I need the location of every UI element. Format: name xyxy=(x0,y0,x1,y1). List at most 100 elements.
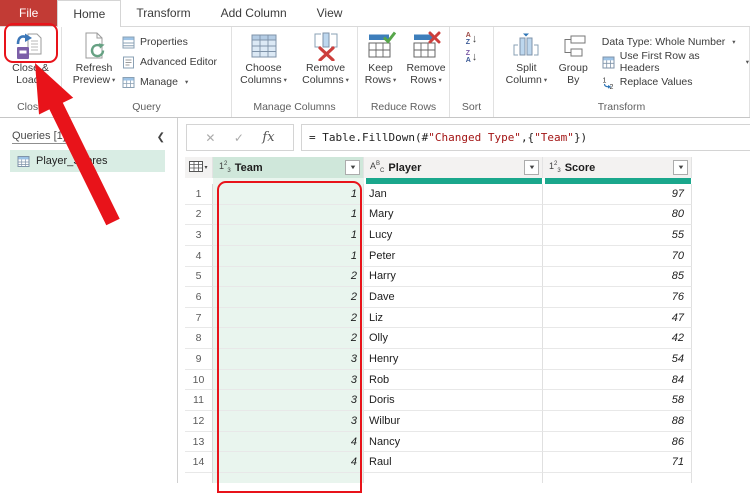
choose-columns-button[interactable]: Choose Columns▾ xyxy=(233,27,295,87)
row-number[interactable]: 11 xyxy=(185,390,213,411)
cell-team[interactable]: 1 xyxy=(213,246,364,267)
cell-player[interactable]: Peter xyxy=(364,246,543,267)
row-number[interactable]: 2 xyxy=(185,205,213,226)
column-header-team[interactable]: 123 Team ▼ xyxy=(213,157,364,178)
properties-button[interactable]: Properties xyxy=(122,35,217,49)
row-number[interactable]: 3 xyxy=(185,225,213,246)
cell-player[interactable]: Wilbur xyxy=(364,411,543,432)
cell-team[interactable]: 2 xyxy=(213,328,364,349)
cell-player[interactable]: Liz xyxy=(364,308,543,329)
group-by-button[interactable]: Group By xyxy=(553,27,594,86)
row-number[interactable]: 6 xyxy=(185,287,213,308)
split-column-button[interactable]: Split Column▾ xyxy=(500,27,553,87)
fx-icon[interactable]: fx xyxy=(262,130,274,145)
sort-ascending-button[interactable]: AZ ↓ xyxy=(466,33,478,46)
refresh-preview-button[interactable]: Refresh Preview▾ xyxy=(66,27,122,87)
row-number[interactable]: 4 xyxy=(185,246,213,267)
dropdown-caret-icon: ▾ xyxy=(112,77,115,84)
row-number[interactable]: 13 xyxy=(185,432,213,453)
cell-team[interactable]: 2 xyxy=(213,308,364,329)
select-all-corner-button[interactable]: ▾ xyxy=(185,157,213,178)
row-number[interactable]: 5 xyxy=(185,267,213,288)
sort-descending-button[interactable]: ZA ↓ xyxy=(466,51,478,64)
cell-score[interactable]: 85 xyxy=(543,267,692,288)
cell-score[interactable]: 80 xyxy=(543,205,692,226)
filter-button[interactable]: ▼ xyxy=(345,160,360,175)
button-label: Column▾ xyxy=(506,74,547,87)
cell-player[interactable]: Lucy xyxy=(364,225,543,246)
cell-player[interactable]: Raul xyxy=(364,452,543,473)
cell-team[interactable]: 1 xyxy=(213,205,364,226)
cell-team[interactable]: 4 xyxy=(213,452,364,473)
cell-score[interactable]: 55 xyxy=(543,225,692,246)
query-item-player-scores[interactable]: Player_Scores xyxy=(10,150,165,172)
cell-team[interactable]: 3 xyxy=(213,411,364,432)
ribbon-group-sort: AZ ↓ ZA ↓ Sort xyxy=(450,27,494,117)
row-number[interactable]: 14 xyxy=(185,452,213,473)
advanced-editor-button[interactable]: Advanced Editor xyxy=(122,55,217,69)
cell-score[interactable]: 70 xyxy=(543,246,692,267)
cell-score[interactable]: 97 xyxy=(543,184,692,205)
cell-player[interactable]: Harry xyxy=(364,267,543,288)
remove-columns-button[interactable]: Remove Columns▾ xyxy=(295,27,357,87)
commit-formula-icon[interactable]: ✓ xyxy=(234,131,244,145)
cell-player[interactable]: Dave xyxy=(364,287,543,308)
filter-button[interactable]: ▼ xyxy=(524,160,539,175)
replace-values-button[interactable]: 12 Replace Values xyxy=(602,75,749,89)
tab-view[interactable]: View xyxy=(302,0,358,26)
close-load-icon xyxy=(15,31,45,61)
cell-score[interactable]: 88 xyxy=(543,411,692,432)
cancel-formula-icon[interactable]: ✕ xyxy=(205,131,215,145)
cell-player[interactable]: Mary xyxy=(364,205,543,226)
cell-player[interactable]: Nancy xyxy=(364,432,543,453)
button-label: Rows▾ xyxy=(410,74,442,87)
data-type-button[interactable]: Data Type: Whole Number ▾ xyxy=(602,35,749,49)
row-number[interactable] xyxy=(185,473,213,483)
row-number[interactable]: 12 xyxy=(185,411,213,432)
cell-score[interactable]: 42 xyxy=(543,328,692,349)
keep-rows-button[interactable]: Keep Rows▾ xyxy=(358,27,403,87)
column-header-score[interactable]: 123 Score ▼ xyxy=(543,157,692,178)
cell-score[interactable] xyxy=(543,473,692,483)
tab-transform[interactable]: Transform xyxy=(121,0,205,26)
cell-player[interactable]: Doris xyxy=(364,390,543,411)
cell-team[interactable] xyxy=(213,473,364,483)
tab-home[interactable]: Home xyxy=(57,0,121,27)
cell-player[interactable] xyxy=(364,473,543,483)
cell-score[interactable]: 84 xyxy=(543,370,692,391)
cell-team[interactable]: 2 xyxy=(213,287,364,308)
manage-button[interactable]: Manage ▾ xyxy=(122,75,217,89)
cell-team[interactable]: 3 xyxy=(213,349,364,370)
cell-team[interactable]: 2 xyxy=(213,267,364,288)
cell-team[interactable]: 3 xyxy=(213,370,364,391)
row-number[interactable]: 9 xyxy=(185,349,213,370)
cell-score[interactable]: 58 xyxy=(543,390,692,411)
row-number[interactable]: 7 xyxy=(185,308,213,329)
formula-input[interactable]: = Table.FillDown(#"Changed Type",{"Team"… xyxy=(301,124,750,151)
cell-score[interactable]: 47 xyxy=(543,308,692,329)
cell-score[interactable]: 86 xyxy=(543,432,692,453)
cell-team[interactable]: 3 xyxy=(213,390,364,411)
use-first-row-as-headers-button[interactable]: Use First Row as Headers ▾ xyxy=(602,55,749,69)
tab-file[interactable]: File xyxy=(0,0,57,26)
cell-player[interactable]: Jan xyxy=(364,184,543,205)
collapse-pane-chevron-icon[interactable]: ❮ xyxy=(157,132,165,143)
row-number[interactable]: 10 xyxy=(185,370,213,391)
keep-rows-icon xyxy=(366,31,396,61)
cell-team[interactable]: 1 xyxy=(213,184,364,205)
cell-team[interactable]: 1 xyxy=(213,225,364,246)
cell-score[interactable]: 54 xyxy=(543,349,692,370)
column-header-player[interactable]: ABC Player ▼ xyxy=(364,157,543,178)
row-number[interactable]: 1 xyxy=(185,184,213,205)
cell-score[interactable]: 76 xyxy=(543,287,692,308)
filter-button[interactable]: ▼ xyxy=(673,160,688,175)
remove-rows-button[interactable]: Remove Rows▾ xyxy=(403,27,449,87)
tab-add-column[interactable]: Add Column xyxy=(206,0,302,26)
cell-score[interactable]: 71 xyxy=(543,452,692,473)
close-and-load-button[interactable]: Close & Load▾ xyxy=(12,27,49,87)
cell-player[interactable]: Rob xyxy=(364,370,543,391)
cell-player[interactable]: Henry xyxy=(364,349,543,370)
cell-team[interactable]: 4 xyxy=(213,432,364,453)
row-number[interactable]: 8 xyxy=(185,328,213,349)
cell-player[interactable]: Olly xyxy=(364,328,543,349)
